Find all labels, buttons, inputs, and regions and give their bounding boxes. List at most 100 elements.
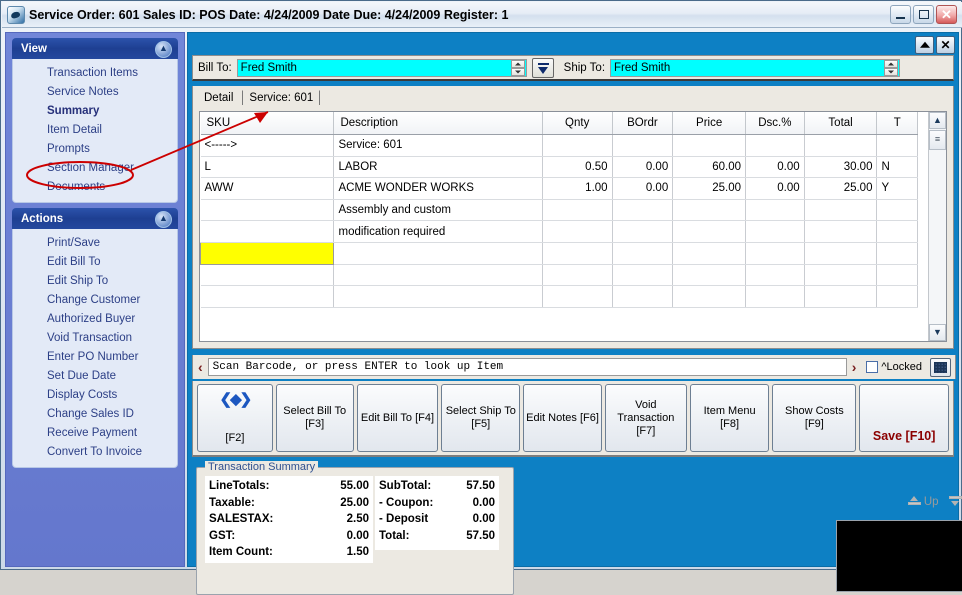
locked-checkbox[interactable] [866, 361, 879, 373]
sidebar-item-service-notes[interactable]: Service Notes [13, 82, 177, 101]
scroll-down-icon[interactable]: ▼ [929, 324, 946, 341]
cell-total[interactable]: 25.00 [804, 177, 878, 200]
cell-bordr[interactable] [612, 242, 674, 265]
column-header-total[interactable]: Total [804, 112, 878, 135]
sidebar-item-receive-payment[interactable]: Receive Payment [13, 423, 177, 442]
view-panel-header[interactable]: View ▲ [12, 38, 178, 59]
sidebar-item-print-save[interactable]: Print/Save [13, 233, 177, 252]
sidebar-item-display-costs[interactable]: Display Costs [13, 385, 177, 404]
cell-price[interactable]: 60.00 [672, 156, 747, 179]
cell-description[interactable]: ACME WONDER WORKS [333, 177, 543, 200]
column-header-sku[interactable]: SKU [200, 112, 335, 135]
table-row[interactable]: modification required [200, 220, 918, 243]
fn-button-select-ship-to[interactable]: Select Ship To [F5] [441, 384, 521, 452]
cell-bordr[interactable] [612, 134, 674, 157]
table-row[interactable] [200, 285, 918, 308]
collapse-chevron-icon[interactable]: ▲ [155, 41, 172, 58]
cell-dsc[interactable] [745, 242, 805, 265]
sidebar-item-section-manager[interactable]: Section Manager [13, 158, 177, 177]
cell-sku[interactable] [200, 220, 335, 243]
cell-dsc[interactable]: 0.00 [745, 156, 805, 179]
cell-total[interactable] [804, 220, 878, 243]
cell-qnty[interactable] [542, 220, 613, 243]
cell-t[interactable] [876, 220, 918, 243]
bill-to-field[interactable]: Fred Smith [236, 58, 527, 77]
sidebar-item-documents[interactable]: Documents [13, 177, 177, 196]
sidebar-item-void-transaction[interactable]: Void Transaction [13, 328, 177, 347]
cell-total[interactable] [804, 242, 878, 265]
table-row[interactable]: Assembly and custom [200, 199, 918, 222]
copy-bill-to-ship-button[interactable] [531, 57, 554, 78]
cell-bordr[interactable] [612, 199, 674, 222]
cell-bordr[interactable] [612, 264, 674, 287]
cell-bordr[interactable] [612, 220, 674, 243]
sidebar-item-prompts[interactable]: Prompts [13, 139, 177, 158]
cell-dsc[interactable] [745, 285, 805, 308]
table-row[interactable]: L LABOR 0.50 0.00 60.00 0.00 30.00 N [200, 156, 918, 179]
column-header-t[interactable]: T [876, 112, 918, 135]
fn-button-save[interactable]: Save [F10] [859, 384, 949, 452]
cell-description[interactable]: LABOR [333, 156, 543, 179]
column-header-bordr[interactable]: BOrdr [612, 112, 674, 135]
cell-t[interactable] [876, 134, 918, 157]
cell-dsc[interactable] [745, 199, 805, 222]
sidebar-item-edit-bill-to[interactable]: Edit Bill To [13, 252, 177, 271]
collapse-chevron-icon[interactable]: ▲ [155, 211, 172, 228]
cell-dsc[interactable] [745, 134, 805, 157]
cell-description[interactable] [333, 264, 543, 287]
cell-price[interactable] [672, 220, 747, 243]
cell-sku-selected[interactable] [200, 241, 335, 265]
sidebar-item-change-customer[interactable]: Change Customer [13, 290, 177, 309]
fn-button-edit-bill-to[interactable]: Edit Bill To [F4] [356, 384, 439, 452]
cell-total[interactable] [804, 285, 878, 308]
close-button[interactable]: ✕ [936, 5, 957, 24]
cell-qnty[interactable] [542, 285, 613, 308]
sidebar-item-transaction-items[interactable]: Transaction Items [13, 63, 177, 82]
scan-next-icon[interactable]: › [847, 360, 862, 374]
move-up-button[interactable]: Up [907, 496, 939, 508]
line-items-grid[interactable]: SKU Description Qnty BOrdr Price Dsc.% T… [199, 111, 947, 342]
tab-detail[interactable]: Detail [197, 90, 240, 106]
cell-bordr[interactable]: 0.00 [612, 156, 674, 179]
fn-button-select-bill-to[interactable]: Select Bill To [F3] [275, 384, 354, 452]
fn-button-edit-notes[interactable]: Edit Notes [F6] [523, 384, 602, 452]
table-row[interactable]: <-----> Service: 601 [200, 134, 918, 157]
cell-price[interactable] [672, 199, 747, 222]
grid-vertical-scrollbar[interactable]: ▲ ≡ ▼ [928, 112, 946, 341]
cell-total[interactable]: 30.00 [804, 156, 878, 179]
cell-description[interactable]: Service: 601 [333, 134, 543, 157]
table-row[interactable] [200, 264, 918, 287]
sidebar-item-set-due-date[interactable]: Set Due Date [13, 366, 177, 385]
cell-t[interactable] [876, 199, 918, 222]
cell-t[interactable] [876, 242, 918, 265]
cell-description[interactable]: Assembly and custom [333, 199, 543, 222]
cell-qnty[interactable]: 1.00 [542, 177, 613, 200]
column-header-dsc[interactable]: Dsc.% [745, 112, 805, 135]
cell-t[interactable] [876, 285, 918, 308]
cell-qnty[interactable] [542, 199, 613, 222]
tab-service-601[interactable]: Service: 601 [242, 90, 321, 106]
sidebar-item-convert-to-invoice[interactable]: Convert To Invoice [13, 442, 177, 461]
table-row-selected[interactable] [200, 241, 918, 265]
cell-total[interactable] [804, 264, 878, 287]
scan-prev-icon[interactable]: ‹ [193, 360, 208, 374]
close-child-button[interactable]: ✕ [936, 36, 955, 54]
cell-dsc[interactable]: 0.00 [745, 177, 805, 200]
sidebar-item-summary[interactable]: Summary [13, 101, 177, 120]
cell-qnty[interactable]: 0.50 [542, 156, 613, 179]
cell-description[interactable]: modification required [333, 220, 543, 243]
actions-panel-header[interactable]: Actions ▲ [12, 208, 178, 229]
cell-description[interactable] [333, 242, 543, 265]
scrollbar-thumb[interactable]: ≡ [929, 130, 946, 150]
cell-price[interactable] [672, 134, 747, 157]
cell-sku[interactable]: AWW [200, 177, 335, 200]
minimize-button[interactable] [890, 5, 911, 24]
cell-total[interactable] [804, 199, 878, 222]
fn-button-f2[interactable]: ❮◆❯ [F2] [197, 384, 273, 452]
scan-input[interactable]: Scan Barcode, or press ENTER to look up … [207, 358, 847, 376]
sidebar-item-change-sales-id[interactable]: Change Sales ID [13, 404, 177, 423]
cell-total[interactable] [804, 134, 878, 157]
cell-dsc[interactable] [745, 220, 805, 243]
sidebar-item-item-detail[interactable]: Item Detail [13, 120, 177, 139]
move-down-button[interactable]: Dwn [948, 496, 962, 508]
